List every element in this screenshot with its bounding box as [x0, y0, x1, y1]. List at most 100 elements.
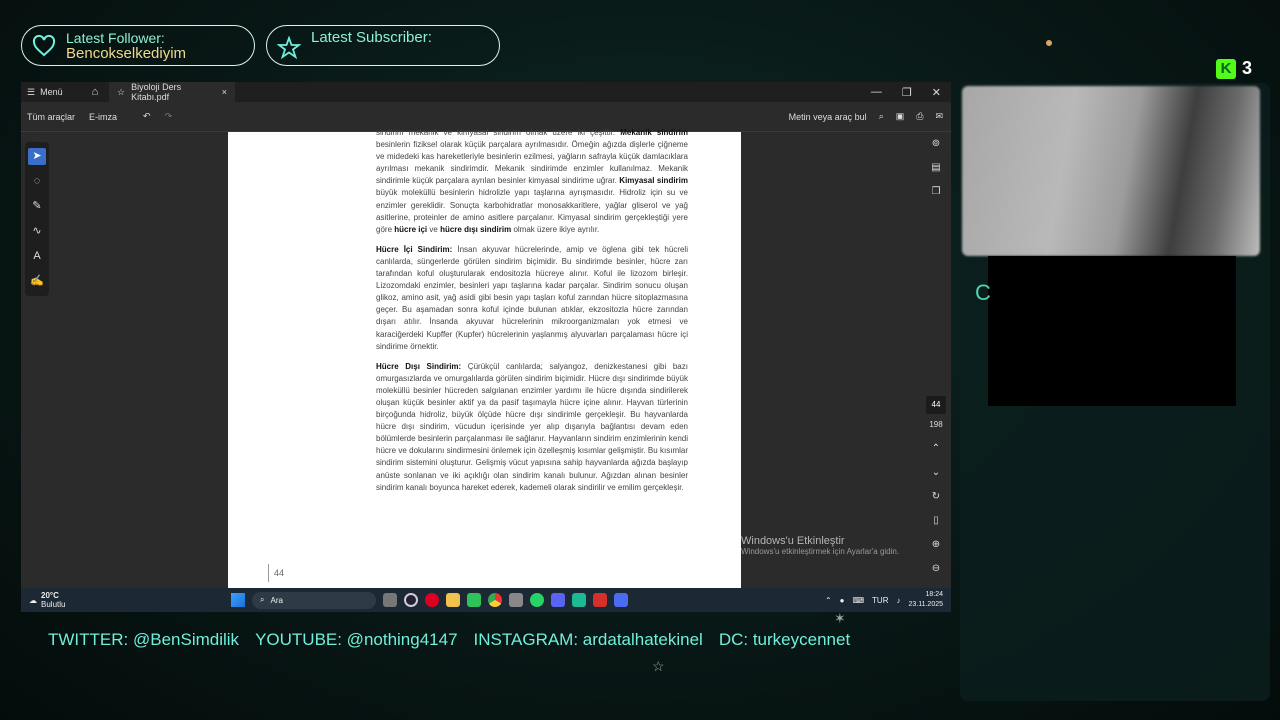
partial-glyph: C	[975, 280, 991, 305]
home-icon[interactable]: ⌂	[85, 86, 105, 98]
instagram-handle: INSTAGRAM: ardatalhatekinel	[473, 630, 703, 649]
chevron-up-icon[interactable]: ⌃	[825, 596, 832, 605]
system-tray: ⌃ ● ⌨ TUR ♪ 18:24 23.11.2025	[825, 590, 951, 610]
chrome-icon[interactable]	[488, 593, 502, 607]
search-icon[interactable]: ⌕	[879, 111, 884, 122]
select-tool-icon[interactable]: ➤	[28, 148, 46, 165]
intro-bold: Mekanik sindirim	[620, 128, 688, 137]
save-icon[interactable]: ▣	[896, 111, 905, 122]
opera-icon[interactable]	[425, 593, 439, 607]
tool-icon[interactable]	[509, 593, 523, 607]
pdf-viewer-window: ☰ Menü ⌂ ☆ Biyoloji Ders Kitabı.pdf × — …	[21, 82, 951, 610]
obs-icon[interactable]	[404, 593, 418, 607]
latest-follower-widget: Latest Follower: Bencokselkediyim	[21, 25, 255, 66]
decoration-dot	[1046, 40, 1052, 46]
sign-tool-icon[interactable]: ✍	[28, 273, 46, 290]
p2-heading: Hücre İçi Sindirim:	[376, 244, 453, 254]
find-text-button[interactable]: Metin veya araç bul	[789, 112, 867, 122]
intro-bold3: hücre içi	[394, 224, 428, 234]
taskbar-search[interactable]: ⌕ Ara	[252, 591, 376, 609]
intro-text: sindirim mekanik ve kimyasal sindirim ol…	[376, 128, 616, 137]
heart-icon	[32, 34, 56, 56]
discord-icon[interactable]	[551, 593, 565, 607]
paragraph-intro: sindirim mekanik ve kimyasal sindirim ol…	[376, 127, 688, 236]
black-panel	[988, 256, 1236, 406]
undo-icon[interactable]: ↶	[143, 111, 151, 122]
youtube-handle: YOUTUBE: @nothing4147	[255, 630, 458, 649]
intro-end: olmak üzere ikiye ayrılır.	[513, 224, 600, 234]
zoom-out-icon[interactable]: ⊖	[932, 557, 940, 581]
app-green-icon[interactable]	[572, 593, 586, 607]
outline-star-icon: ☆	[652, 658, 665, 674]
social-links: TWITTER: @BenSimdilik YOUTUBE: @nothing4…	[48, 630, 850, 650]
tab-close-icon[interactable]: ×	[222, 87, 227, 97]
kick-logo-icon: K	[1216, 58, 1236, 79]
redo-icon[interactable]: ↷	[165, 111, 173, 122]
annotation-tools: ➤ ◌ ✎ ∿ A ✍	[25, 142, 49, 296]
minimize-button[interactable]: —	[871, 86, 882, 99]
link-icon[interactable]: ⊚	[932, 132, 940, 156]
comment-tool-icon[interactable]: ◌	[28, 173, 46, 190]
hamburger-icon: ☰	[27, 86, 36, 97]
page-text: sindirim mekanik ve kimyasal sindirim ol…	[376, 128, 688, 502]
menu-button[interactable]: ☰ Menü	[21, 87, 85, 98]
mic-icon[interactable]: ●	[840, 596, 845, 605]
paragraph-extracellular: Hücre Dışı Sindirim: Çürükçül canlılarda…	[376, 361, 688, 494]
draw-tool-icon[interactable]: ∿	[28, 223, 46, 240]
page-fit-icon[interactable]: ▯	[933, 509, 939, 533]
watermark-title: Windows'u Etkinleştir	[741, 535, 845, 547]
maximize-button[interactable]: ❐	[902, 86, 912, 99]
highlight-tool-icon[interactable]: ✎	[28, 198, 46, 215]
print-icon[interactable]: ⎙	[916, 111, 923, 122]
cloud-icon: ☁	[29, 595, 37, 605]
star-icon	[277, 36, 301, 60]
discord-handle: DC: turkeycennet	[718, 630, 851, 649]
document-tab[interactable]: ☆ Biyoloji Ders Kitabı.pdf ×	[109, 82, 235, 102]
search-label: Ara	[270, 595, 283, 605]
keyboard-icon[interactable]: ⌨	[852, 596, 864, 605]
rotate-icon[interactable]: ↻	[932, 485, 940, 509]
app-blue-icon[interactable]	[614, 593, 628, 607]
latest-follower-label: Latest Follower:	[66, 29, 165, 46]
tab-title: Biyoloji Ders Kitabı.pdf	[131, 82, 182, 102]
intro-and: ve	[429, 224, 438, 234]
paragraph-intracellular: Hücre İçi Sindirim: İnsan akyuvar hücrel…	[376, 244, 688, 353]
file-app-icon[interactable]	[383, 593, 397, 607]
viewer-count: 3	[1242, 58, 1253, 78]
clock[interactable]: 18:24 23.11.2025	[908, 590, 943, 610]
text-tool-icon[interactable]: A	[28, 248, 46, 265]
latest-subscriber-widget: Latest Subscriber:	[266, 25, 500, 66]
p3-text: Çürükçül canlılarda; salyangoz, denizkes…	[376, 361, 688, 492]
current-page-field[interactable]: 44	[926, 396, 946, 414]
page-down-icon[interactable]: ⌄	[932, 461, 940, 485]
p2-text: İnsan akyuvar hücrelerinde, amip ve ögle…	[376, 244, 688, 351]
page-footer-number: 44	[268, 564, 284, 582]
search-icon: ⌕	[260, 595, 265, 604]
e-signature-button[interactable]: E-imza	[89, 112, 117, 122]
volume-icon[interactable]: ♪	[896, 596, 900, 605]
language-indicator[interactable]: TUR	[872, 596, 888, 605]
all-tools-button[interactable]: Tüm araçlar	[27, 112, 75, 122]
page-up-icon[interactable]: ⌃	[932, 437, 940, 461]
line-icon[interactable]	[467, 593, 481, 607]
weather-widget[interactable]: ☁ 20°C Bulutlu	[21, 591, 231, 609]
clock-date: 23.11.2025	[908, 601, 943, 608]
watermark-subtitle: Windows'u etkinleştirmek için Ayarlar'a …	[741, 547, 900, 556]
bookmark-icon[interactable]: ▤	[931, 156, 940, 180]
menu-label: Menü	[40, 87, 63, 97]
windows-taskbar: ☁ 20°C Bulutlu ⌕ Ara ⌃ ● ⌨ TUR ♪ 18:24 2…	[21, 588, 951, 612]
total-pages: 198	[929, 420, 943, 429]
close-window-button[interactable]: ✕	[932, 86, 941, 99]
kick-viewer-count: K 3	[1216, 58, 1252, 79]
acrobat-icon[interactable]	[593, 593, 607, 607]
pages-icon[interactable]: ❐	[932, 180, 941, 204]
sparkle-icon: ✶	[834, 610, 846, 626]
whatsapp-icon[interactable]	[530, 593, 544, 607]
folder-icon[interactable]	[446, 593, 460, 607]
title-bar: ☰ Menü ⌂ ☆ Biyoloji Ders Kitabı.pdf × — …	[21, 82, 951, 102]
mail-icon[interactable]: ✉	[935, 111, 943, 122]
start-button-icon[interactable]	[231, 593, 245, 607]
weather-desc: Bulutlu	[41, 600, 66, 609]
zoom-in-icon[interactable]: ⊕	[932, 533, 940, 557]
intro-bold4: hücre dışı sindirim	[440, 224, 512, 234]
